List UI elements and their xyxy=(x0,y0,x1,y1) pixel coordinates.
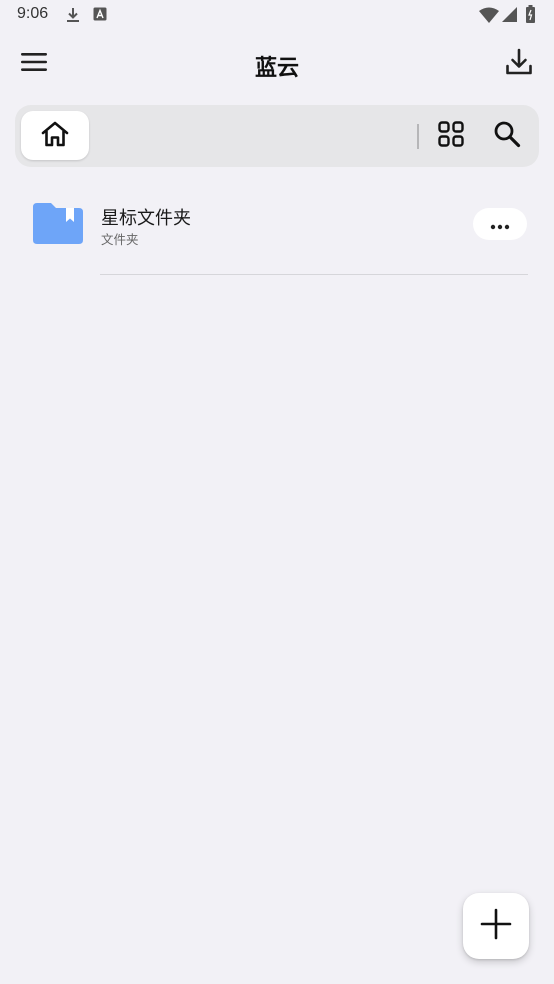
list-item[interactable]: 星标文件夹 文件夹 xyxy=(0,190,554,276)
page-title: 蓝云 xyxy=(254,56,299,81)
grid-view-button[interactable] xyxy=(433,118,469,154)
download-icon xyxy=(65,6,81,28)
folder-icon xyxy=(31,202,85,250)
more-icon xyxy=(490,215,510,234)
status-time: 9:06 xyxy=(17,5,49,22)
download-icon xyxy=(505,47,533,81)
item-subtitle: 文件夹 xyxy=(101,232,139,247)
plus-icon xyxy=(480,908,512,944)
toolbar-divider xyxy=(417,124,419,149)
battery-icon xyxy=(526,5,535,27)
more-options-button[interactable] xyxy=(473,208,527,240)
wifi-icon xyxy=(479,7,499,27)
search-icon xyxy=(493,120,521,152)
item-title: 星标文件夹 xyxy=(101,208,191,229)
list-divider xyxy=(100,274,528,275)
signal-icon xyxy=(502,7,517,26)
app-bar: 蓝云 xyxy=(0,40,554,88)
download-button[interactable] xyxy=(499,44,539,84)
home-button[interactable] xyxy=(21,111,89,160)
grid-view-icon xyxy=(438,121,464,151)
search-button[interactable] xyxy=(489,118,525,154)
home-icon xyxy=(40,120,70,152)
status-bar: 9:06 xyxy=(0,0,554,30)
add-button[interactable] xyxy=(463,893,529,959)
a-letter-icon xyxy=(93,7,108,26)
path-toolbar xyxy=(15,105,539,167)
